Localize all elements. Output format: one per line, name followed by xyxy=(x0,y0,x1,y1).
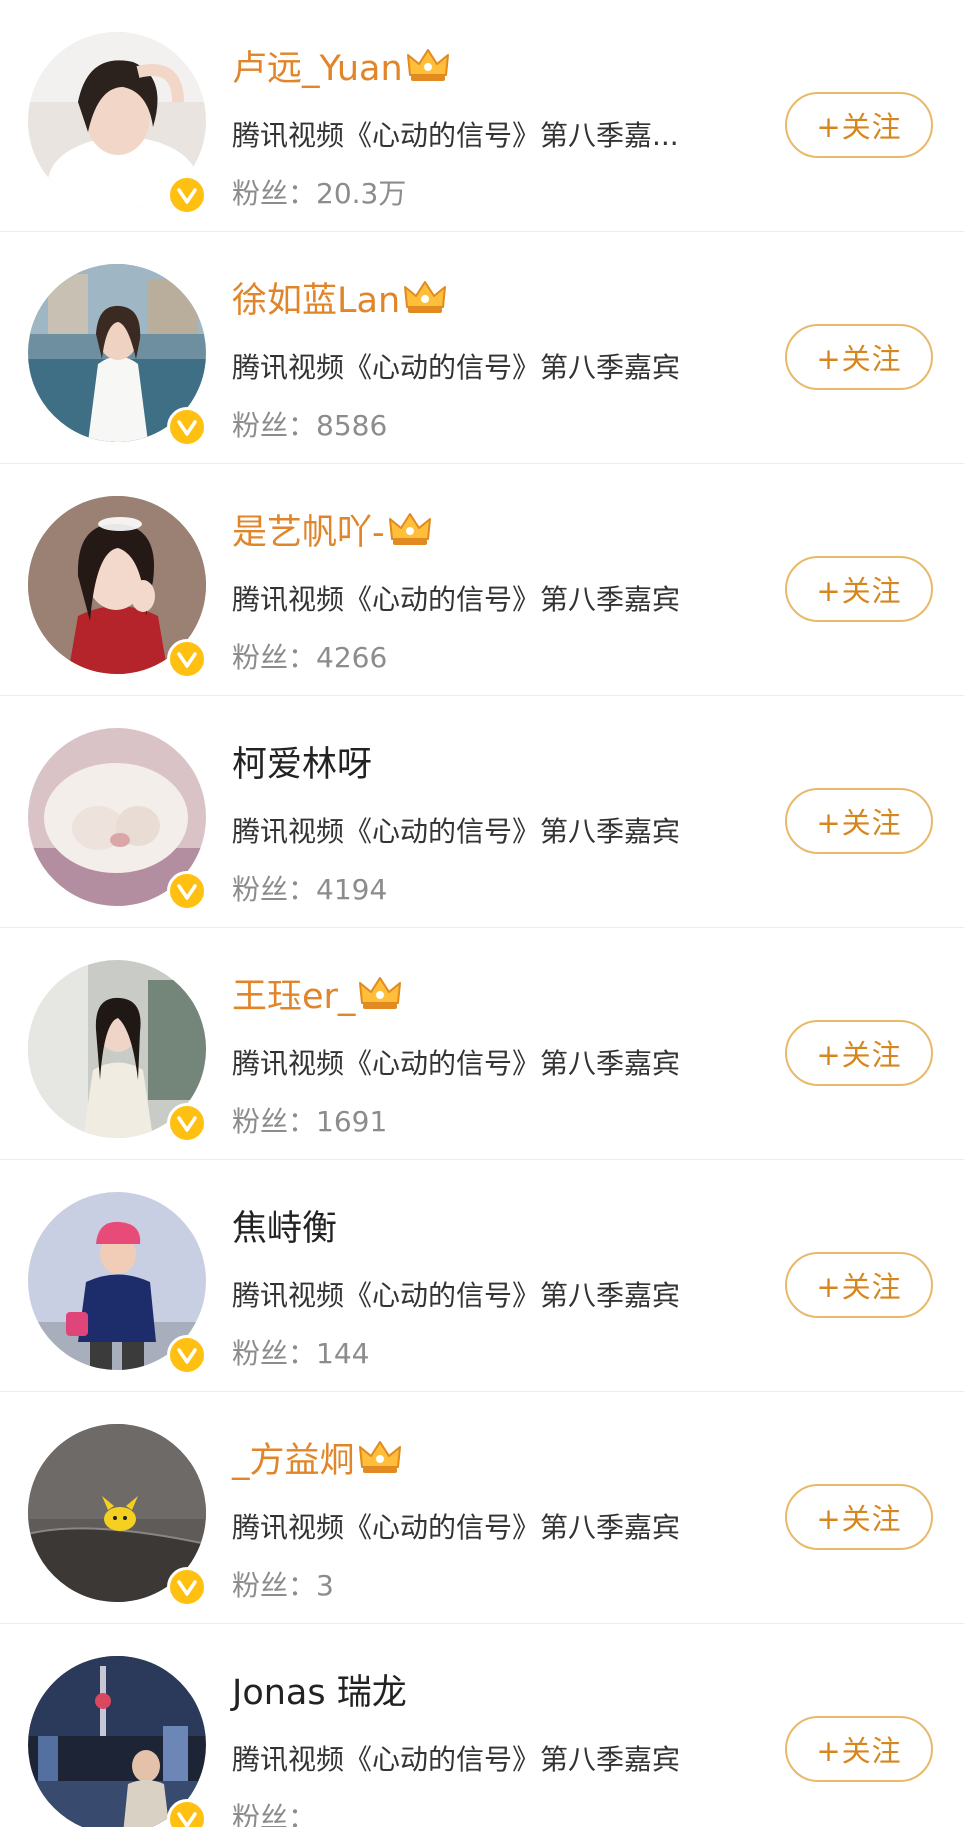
user-name-text[interactable]: Jonas 瑞龙 xyxy=(232,1664,407,1715)
user-name-text[interactable]: 是艺帆吖- xyxy=(232,504,385,555)
verified-badge-icon xyxy=(167,871,207,911)
user-name[interactable]: _方益炯 xyxy=(232,1432,403,1482)
fan-count: 粉丝：3 xyxy=(232,1569,334,1602)
user-row[interactable]: 柯爱林呀 腾讯视频《心动的信号》第八季嘉宾 粉丝：4194 +关注 xyxy=(0,696,964,928)
follow-button[interactable]: +关注 xyxy=(785,1484,933,1550)
user-row[interactable]: _方益炯 腾讯视频《心动的信号》第八季嘉宾 粉丝：3 +关注 xyxy=(0,1392,964,1624)
verified-badge-icon xyxy=(167,175,207,215)
fan-count: 粉丝：144 xyxy=(232,1337,370,1370)
user-description: 腾讯视频《心动的信号》第八季嘉宾 xyxy=(232,1047,681,1080)
fan-count: 粉丝：4194 xyxy=(232,873,388,906)
user-name[interactable]: 徐如蓝Lan xyxy=(232,272,448,322)
vip-crown-icon xyxy=(388,513,431,545)
user-description: 腾讯视频《心动的信号》第八季嘉宾 xyxy=(232,351,681,384)
user-list: 卢远_Yuan 腾讯视频《心动的信号》第八季嘉... 粉丝：20.3万 +关注 xyxy=(0,0,964,1827)
follow-button[interactable]: +关注 xyxy=(785,1252,933,1318)
user-name-text[interactable]: 焦峙衡 xyxy=(232,1200,337,1251)
user-row[interactable]: 焦峙衡 腾讯视频《心动的信号》第八季嘉宾 粉丝：144 +关注 xyxy=(0,1160,964,1392)
fan-count: 粉丝：8586 xyxy=(232,409,388,442)
verified-badge-icon xyxy=(167,1103,207,1143)
fan-count: 粉丝：20.3万 xyxy=(232,177,407,210)
user-name[interactable]: 是艺帆吖- xyxy=(232,504,433,554)
user-name-text[interactable]: 柯爱林呀 xyxy=(232,736,372,787)
vip-crown-icon xyxy=(406,49,449,81)
vip-crown-icon xyxy=(404,281,447,313)
follow-button[interactable]: +关注 xyxy=(785,92,933,158)
vip-crown-icon xyxy=(359,977,402,1009)
user-row[interactable]: Jonas 瑞龙 腾讯视频《心动的信号》第八季嘉宾 粉丝： +关注 xyxy=(0,1624,964,1827)
fan-count: 粉丝：4266 xyxy=(232,641,388,674)
user-row[interactable]: 是艺帆吖- 腾讯视频《心动的信号》第八季嘉宾 粉丝：4266 +关注 xyxy=(0,464,964,696)
follow-button[interactable]: +关注 xyxy=(785,788,933,854)
follow-button[interactable]: +关注 xyxy=(785,1716,933,1782)
user-description: 腾讯视频《心动的信号》第八季嘉宾 xyxy=(232,1279,681,1312)
verified-badge-icon xyxy=(167,639,207,679)
fan-count: 粉丝： xyxy=(232,1801,317,1827)
user-name[interactable]: 卢远_Yuan xyxy=(232,40,451,90)
follow-button[interactable]: +关注 xyxy=(785,1020,933,1086)
user-name-text[interactable]: _方益炯 xyxy=(232,1432,355,1483)
user-description: 腾讯视频《心动的信号》第八季嘉... xyxy=(232,119,679,152)
user-description: 腾讯视频《心动的信号》第八季嘉宾 xyxy=(232,1511,681,1544)
user-row[interactable]: 徐如蓝Lan 腾讯视频《心动的信号》第八季嘉宾 粉丝：8586 +关注 xyxy=(0,232,964,464)
user-row[interactable]: 卢远_Yuan 腾讯视频《心动的信号》第八季嘉... 粉丝：20.3万 +关注 xyxy=(0,0,964,232)
user-name[interactable]: 柯爱林呀 xyxy=(232,736,372,786)
user-row[interactable]: 王珏er_ 腾讯视频《心动的信号》第八季嘉宾 粉丝：1691 +关注 xyxy=(0,928,964,1160)
user-name-text[interactable]: 王珏er_ xyxy=(232,968,355,1019)
follow-button[interactable]: +关注 xyxy=(785,556,933,622)
user-description: 腾讯视频《心动的信号》第八季嘉宾 xyxy=(232,583,681,616)
verified-badge-icon xyxy=(167,407,207,447)
verified-badge-icon xyxy=(167,1567,207,1607)
verified-badge-icon xyxy=(167,1799,207,1827)
vip-crown-icon xyxy=(358,1441,401,1473)
verified-badge-icon xyxy=(167,1335,207,1375)
user-name[interactable]: Jonas 瑞龙 xyxy=(232,1664,407,1714)
user-name-text[interactable]: 卢远_Yuan xyxy=(232,40,403,91)
follow-button[interactable]: +关注 xyxy=(785,324,933,390)
user-description: 腾讯视频《心动的信号》第八季嘉宾 xyxy=(232,815,681,848)
user-name[interactable]: 王珏er_ xyxy=(232,968,403,1018)
user-description: 腾讯视频《心动的信号》第八季嘉宾 xyxy=(232,1743,681,1776)
user-name-text[interactable]: 徐如蓝Lan xyxy=(232,272,400,323)
fan-count: 粉丝：1691 xyxy=(232,1105,388,1138)
user-name[interactable]: 焦峙衡 xyxy=(232,1200,337,1250)
